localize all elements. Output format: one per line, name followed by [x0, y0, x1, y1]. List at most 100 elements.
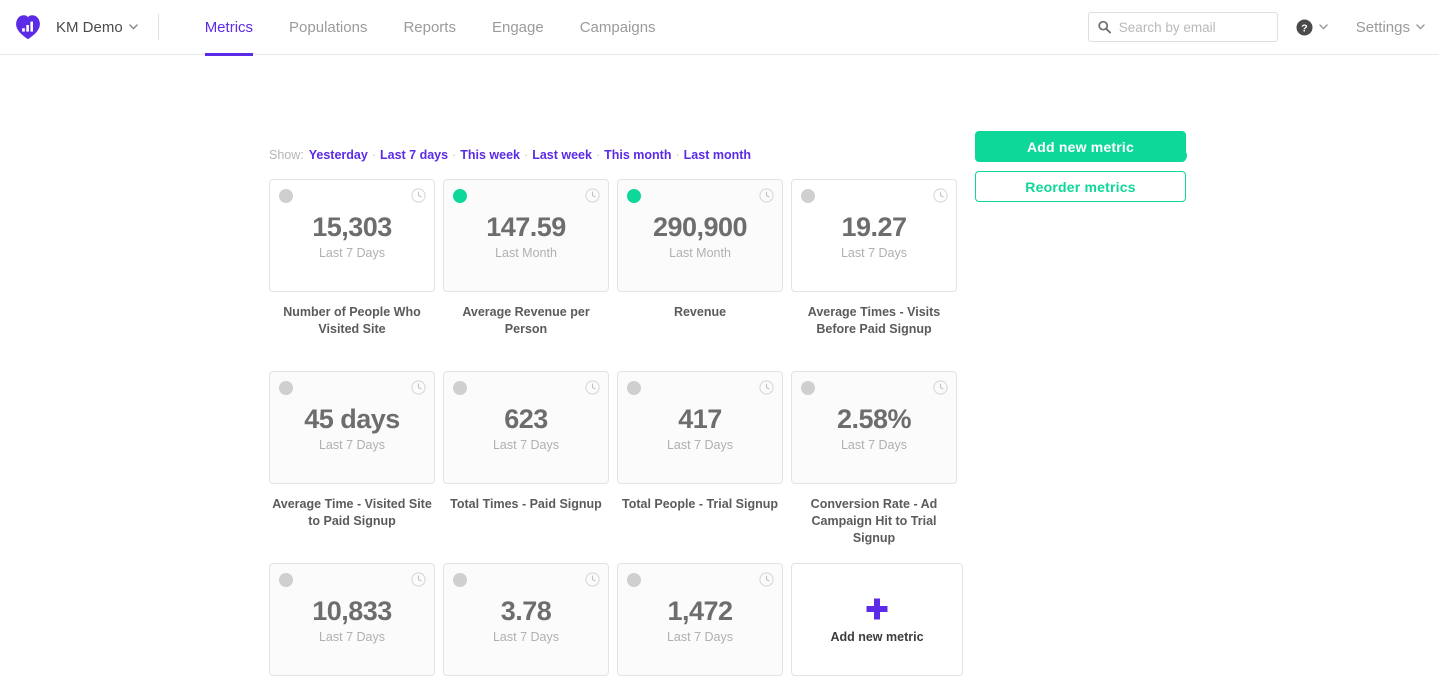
metric-period: Last 7 Days [270, 246, 434, 260]
tab-metrics[interactable]: Metrics [187, 0, 271, 55]
metric-cell: 1,472Last 7 DaysNumber of People Who Did… [617, 563, 783, 676]
range-this-month[interactable]: This month [604, 148, 671, 162]
app-header: KM Demo Metrics Populations Reports Enga… [0, 0, 1439, 55]
metric-card[interactable]: 2.58%Last 7 Days [791, 371, 957, 484]
metric-cell: 2.58%Last 7 Days Conversion Rate - Ad Cam… [791, 371, 957, 547]
metric-cell: 290,900Last Month Revenue [617, 179, 783, 321]
settings-menu[interactable]: Settings [1356, 19, 1425, 36]
metric-card[interactable]: 417Last 7 Days [617, 371, 783, 484]
history-clock-icon[interactable] [585, 380, 600, 395]
metric-status-dot[interactable] [453, 573, 467, 587]
metric-period: Last 7 Days [444, 438, 608, 452]
metric-card[interactable]: 290,900Last Month [617, 179, 783, 292]
metric-status-dot[interactable] [801, 381, 815, 395]
metric-card[interactable]: 15,303 Last 7 Days [269, 179, 435, 292]
range-last-week[interactable]: Last week [532, 148, 592, 162]
tab-engage[interactable]: Engage [474, 0, 562, 55]
metric-cell: 417Last 7 DaysTotal People - Trial Signu… [617, 371, 783, 513]
range-last-month[interactable]: Last month [684, 148, 751, 162]
history-clock-icon[interactable] [411, 380, 426, 395]
help-menu[interactable]: ? [1296, 19, 1328, 36]
tab-engage-label: Engage [492, 19, 544, 36]
metric-title: Average Time - Visited Site to Paid Sign… [269, 496, 435, 530]
history-clock-icon[interactable] [411, 188, 426, 203]
metric-card[interactable]: 147.59Last Month [443, 179, 609, 292]
metric-card[interactable]: 3.78 Last 7 Days [443, 563, 609, 676]
metric-period: Last 7 Days [618, 438, 782, 452]
metric-title: Number of People Who Visited Site [269, 304, 435, 338]
metric-status-dot[interactable] [801, 189, 815, 203]
tab-campaigns[interactable]: Campaigns [562, 0, 674, 55]
metric-title: Revenue [617, 304, 783, 321]
metric-card[interactable]: 45 daysLast 7 Days [269, 371, 435, 484]
app-logo[interactable] [0, 14, 56, 40]
add-new-metric-card[interactable]: Add new metric [791, 563, 963, 676]
date-range-links: Yesterday · Last 7 days · This week · La… [309, 148, 751, 162]
metric-status-dot[interactable] [279, 189, 293, 203]
tab-populations[interactable]: Populations [271, 0, 385, 55]
metric-value: 2.58% [792, 406, 956, 433]
metric-card[interactable]: 1,472 Last 7 Days [617, 563, 783, 676]
metric-card[interactable]: 623 Last 7 Days [443, 371, 609, 484]
svg-text:?: ? [1301, 22, 1307, 34]
metric-period: Last 7 Days [444, 630, 608, 644]
action-buttons: Add new metric Reorder metrics [975, 131, 1186, 202]
history-clock-icon[interactable] [759, 572, 774, 587]
history-clock-icon[interactable] [585, 572, 600, 587]
add-new-metric-button[interactable]: Add new metric [975, 131, 1186, 162]
metric-status-dot[interactable] [627, 381, 641, 395]
range-this-week[interactable]: This week [460, 148, 520, 162]
main-nav: Metrics Populations Reports Engage Campa… [187, 0, 674, 55]
tab-reports-label: Reports [403, 19, 456, 36]
metric-card[interactable]: 19.27 Last 7 Days [791, 179, 957, 292]
tab-metrics-label: Metrics [205, 19, 253, 36]
chevron-down-icon [1319, 23, 1328, 33]
metric-status-dot[interactable] [627, 189, 641, 203]
reorder-metrics-button[interactable]: Reorder metrics [975, 171, 1186, 202]
metric-cell: 19.27Last 7 DaysAverage Times - Visits B… [791, 179, 957, 338]
metric-value: 15,303 [270, 214, 434, 241]
metric-period: Last 7 Days [618, 630, 782, 644]
plus-icon [864, 596, 890, 622]
metric-value: 290,900 [618, 214, 782, 241]
metric-card[interactable]: 10,833Last 7 Days [269, 563, 435, 676]
header-divider [158, 14, 159, 40]
metric-value: 623 [444, 406, 608, 433]
metric-cell: 15,303 Last 7 Days Number of People Who Vi… [269, 179, 435, 338]
metric-value: 1,472 [618, 598, 782, 625]
history-clock-icon[interactable] [759, 380, 774, 395]
search-input[interactable] [1119, 20, 1277, 35]
range-separator: · [524, 148, 528, 162]
metric-period: Last 7 Days [792, 246, 956, 260]
metric-grid: 15,303 Last 7 Days Number of People Who Vi… [269, 179, 969, 676]
metric-title: Total Times - Paid Signup [443, 496, 609, 513]
range-yesterday[interactable]: Yesterday [309, 148, 368, 162]
metric-cell: 3.78Last 7 DaysAverage Times User Logs I… [443, 563, 609, 676]
add-new-metric-card-label: Add new metric [830, 630, 923, 644]
kissmetrics-heart-bars-logo-icon [15, 14, 41, 40]
range-separator: · [372, 148, 376, 162]
history-clock-icon[interactable] [933, 380, 948, 395]
metric-value: 19.27 [792, 214, 956, 241]
history-clock-icon[interactable] [585, 188, 600, 203]
tab-reports[interactable]: Reports [385, 0, 474, 55]
metric-status-dot[interactable] [453, 381, 467, 395]
metric-status-dot[interactable] [279, 381, 293, 395]
history-clock-icon[interactable] [411, 572, 426, 587]
metric-status-dot[interactable] [279, 573, 293, 587]
metric-row: 10,833Last 7 DaysTotal Times Feature A V… [269, 563, 969, 676]
add-metric-cell: Add new metric [791, 563, 957, 676]
metric-cell: 10,833Last 7 DaysTotal Times Feature A V… [269, 563, 435, 676]
history-clock-icon[interactable] [933, 188, 948, 203]
header-right-group: ? Settings [1088, 12, 1439, 42]
metric-title: Conversion Rate - Ad Campaign Hit to Tri… [791, 496, 957, 547]
range-separator: · [675, 148, 679, 162]
metric-status-dot[interactable] [627, 573, 641, 587]
search-box[interactable] [1088, 12, 1278, 42]
range-last-7-days[interactable]: Last 7 days [380, 148, 448, 162]
account-switcher[interactable]: KM Demo [56, 19, 158, 36]
history-clock-icon[interactable] [759, 188, 774, 203]
metric-status-dot[interactable] [453, 189, 467, 203]
metric-row: 45 daysLast 7 Days Average Time - Visited… [269, 371, 969, 563]
metric-value: 3.78 [444, 598, 608, 625]
